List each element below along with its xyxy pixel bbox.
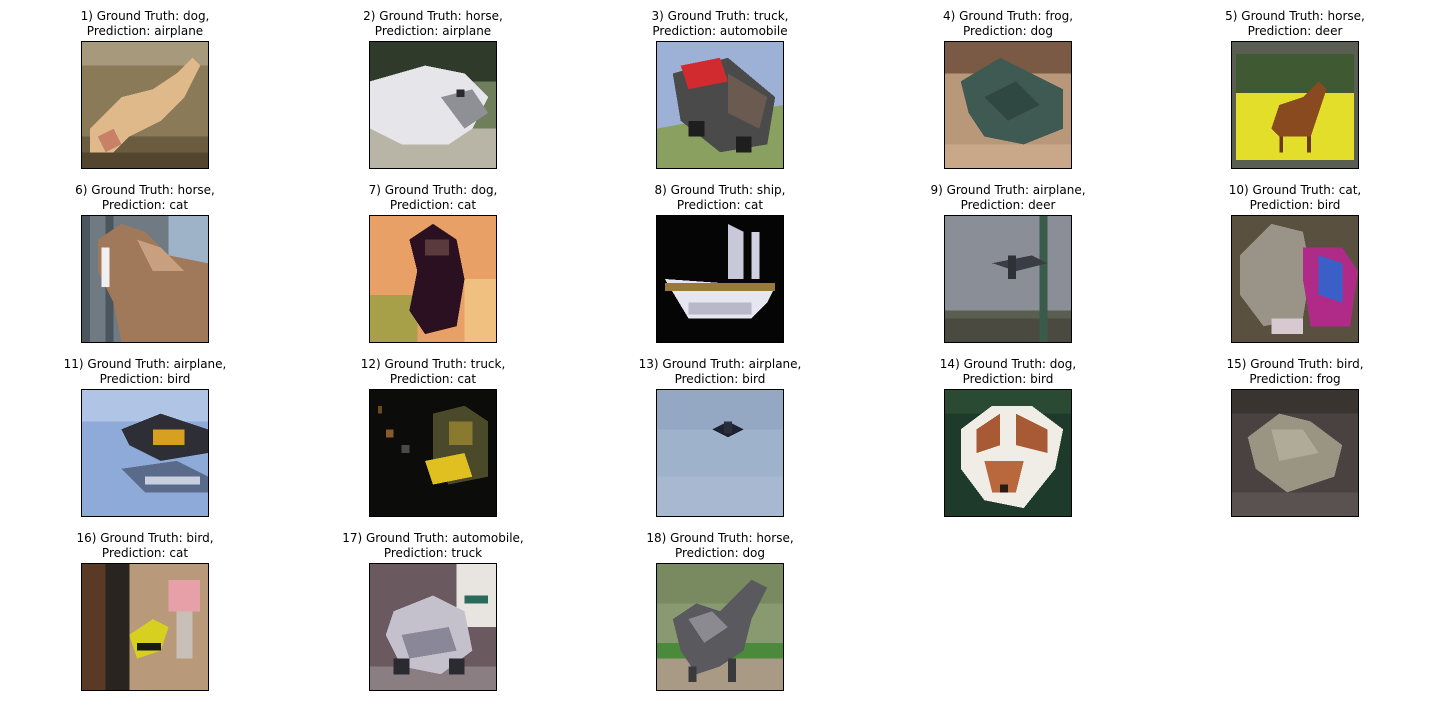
panel-caption: 3) Ground Truth: truck, Prediction: auto… [620,9,820,39]
panel-caption: 1) Ground Truth: dog, Prediction: airpla… [45,9,245,39]
thumbnail-image [656,563,784,691]
ground-truth-label: 6) Ground Truth: horse, [75,183,215,197]
ground-truth-label: 1) Ground Truth: dog, [80,9,210,23]
ground-truth-label: 11) Ground Truth: airplane, [63,357,227,371]
thumbnail-image [81,215,209,343]
panel-caption: 6) Ground Truth: horse, Prediction: cat [45,183,245,213]
panel-caption: 15) Ground Truth: bird, Prediction: frog [1195,357,1395,387]
panel-caption: 16) Ground Truth: bird, Prediction: cat [45,531,245,561]
panel-caption: 2) Ground Truth: horse, Prediction: airp… [333,9,533,39]
panel-4: 4) Ground Truth: frog, Prediction: dog [908,0,1108,174]
thumbnail-image [81,41,209,169]
panel-7: 7) Ground Truth: dog, Prediction: cat [333,174,533,348]
thumbnail-image [656,389,784,517]
panel-10: 10) Ground Truth: cat, Prediction: bird [1195,174,1395,348]
panel-2: 2) Ground Truth: horse, Prediction: airp… [333,0,533,174]
thumbnail-image [81,563,209,691]
thumbnail-image [369,215,497,343]
panel-caption: 18) Ground Truth: horse, Prediction: dog [620,531,820,561]
prediction-label: Prediction: deer [1247,24,1343,38]
panel-6: 6) Ground Truth: horse, Prediction: cat [45,174,245,348]
panel-18: 18) Ground Truth: horse, Prediction: dog [620,522,820,696]
thumbnail-image [944,215,1072,343]
ground-truth-label: 4) Ground Truth: frog, [942,9,1074,23]
thumbnail-image [944,41,1072,169]
prediction-label: Prediction: frog [1249,372,1341,386]
prediction-label: Prediction: bird [674,372,766,386]
panel-caption: 8) Ground Truth: ship, Prediction: cat [620,183,820,213]
prediction-label: Prediction: bird [962,372,1054,386]
prediction-label: Prediction: bird [1249,198,1341,212]
ground-truth-label: 9) Ground Truth: airplane, [930,183,1086,197]
thumbnail-image [1231,389,1359,517]
panel-caption: 12) Ground Truth: truck, Prediction: cat [333,357,533,387]
prediction-label: Prediction: dog [962,24,1054,38]
prediction-label: Prediction: cat [389,372,477,386]
prediction-label: Prediction: deer [960,198,1056,212]
panel-caption: 10) Ground Truth: cat, Prediction: bird [1195,183,1395,213]
ground-truth-label: 2) Ground Truth: horse, [363,9,503,23]
prediction-label: Prediction: truck [383,546,483,560]
panel-9: 9) Ground Truth: airplane, Prediction: d… [908,174,1108,348]
prediction-label: Prediction: automobile [652,24,788,38]
panel-caption: 13) Ground Truth: airplane, Prediction: … [620,357,820,387]
prediction-label: Prediction: airplane [374,24,492,38]
panel-12: 12) Ground Truth: truck, Prediction: cat [333,348,533,522]
panel-3: 3) Ground Truth: truck, Prediction: auto… [620,0,820,174]
thumbnail-image [81,389,209,517]
panel-17: 17) Ground Truth: automobile, Prediction… [333,522,533,696]
thumbnail-image [1231,215,1359,343]
prediction-label: Prediction: airplane [86,24,204,38]
panel-caption: 14) Ground Truth: dog, Prediction: bird [908,357,1108,387]
ground-truth-label: 8) Ground Truth: ship, [654,183,786,197]
ground-truth-label: 3) Ground Truth: truck, [651,9,789,23]
panel-8: 8) Ground Truth: ship, Prediction: cat [620,174,820,348]
panel-caption: 11) Ground Truth: airplane, Prediction: … [45,357,245,387]
ground-truth-label: 17) Ground Truth: automobile, [342,531,524,545]
ground-truth-label: 12) Ground Truth: truck, [360,357,506,371]
prediction-label: Prediction: cat [389,198,477,212]
panel-caption: 5) Ground Truth: horse, Prediction: deer [1195,9,1395,39]
misclassification-figure: 1) Ground Truth: dog, Prediction: airpla… [0,0,1440,720]
thumbnail-image [369,389,497,517]
ground-truth-label: 10) Ground Truth: cat, [1228,183,1362,197]
ground-truth-label: 18) Ground Truth: horse, [646,531,794,545]
ground-truth-label: 15) Ground Truth: bird, [1226,357,1364,371]
panel-caption: 4) Ground Truth: frog, Prediction: dog [908,9,1108,39]
panel-15: 15) Ground Truth: bird, Prediction: frog [1195,348,1395,522]
thumbnail-image [656,41,784,169]
panel-caption: 7) Ground Truth: dog, Prediction: cat [333,183,533,213]
panel-16: 16) Ground Truth: bird, Prediction: cat [45,522,245,696]
panel-13: 13) Ground Truth: airplane, Prediction: … [620,348,820,522]
panel-5: 5) Ground Truth: horse, Prediction: deer [1195,0,1395,174]
panel-caption: 9) Ground Truth: airplane, Prediction: d… [908,183,1108,213]
prediction-label: Prediction: cat [676,198,764,212]
thumbnail-image [1231,41,1359,169]
thumbnail-image [944,389,1072,517]
ground-truth-label: 14) Ground Truth: dog, [939,357,1077,371]
panel-caption: 17) Ground Truth: automobile, Prediction… [333,531,533,561]
panel-1: 1) Ground Truth: dog, Prediction: airpla… [45,0,245,174]
thumbnail-image [656,215,784,343]
thumbnail-image [369,41,497,169]
prediction-label: Prediction: bird [99,372,191,386]
panel-14: 14) Ground Truth: dog, Prediction: bird [908,348,1108,522]
prediction-label: Prediction: cat [101,198,189,212]
ground-truth-label: 5) Ground Truth: horse, [1225,9,1365,23]
prediction-label: Prediction: cat [101,546,189,560]
panel-11: 11) Ground Truth: airplane, Prediction: … [45,348,245,522]
thumbnail-image [369,563,497,691]
prediction-label: Prediction: dog [674,546,766,560]
ground-truth-label: 16) Ground Truth: bird, [76,531,214,545]
ground-truth-label: 7) Ground Truth: dog, [368,183,498,197]
ground-truth-label: 13) Ground Truth: airplane, [638,357,802,371]
